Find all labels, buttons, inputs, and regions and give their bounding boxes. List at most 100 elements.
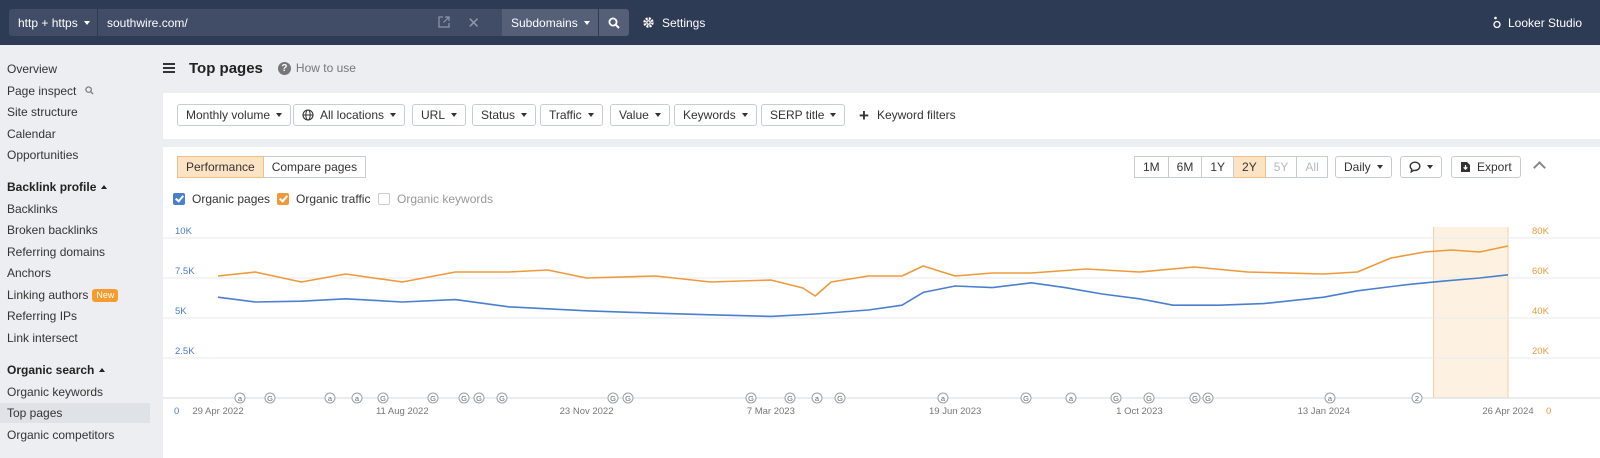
chevron-down-icon (390, 113, 397, 117)
sidebar-item-overview[interactable]: Overview (7, 59, 57, 79)
gear-icon (643, 17, 654, 28)
sidebar-item-linking-authors[interactable]: Linking authors New (7, 285, 119, 305)
settings-label: Settings (662, 15, 706, 30)
sidebar-item-broken-backlinks[interactable]: Broken backlinks (7, 220, 98, 240)
globe-icon (302, 109, 314, 121)
sidebar-item-referring-ips[interactable]: Referring IPs (7, 306, 77, 326)
chevron-down-icon (830, 113, 837, 117)
chevron-down-icon (587, 113, 594, 117)
page-title: Top pages (189, 59, 263, 77)
chevron-up-icon (99, 368, 106, 372)
annotation-label: G (267, 394, 273, 403)
how-to-use-link[interactable]: ? How to use (277, 61, 356, 75)
sidebar-item-referring-domains[interactable]: Referring domains (7, 242, 105, 262)
search-icon (85, 86, 94, 95)
annotation-label: G (476, 394, 482, 403)
annotation-label: G (430, 394, 436, 403)
sidebar-item-link-intersect[interactable]: Link intersect (7, 328, 78, 348)
highlight-range (1433, 227, 1508, 398)
chevron-down-icon (451, 113, 458, 117)
annotation-label: G (1205, 394, 1211, 403)
protocol-select[interactable]: http + https (9, 9, 97, 36)
mode-select[interactable]: Subdomains (502, 9, 598, 36)
annotation-label: G (837, 394, 843, 403)
protocol-label: http + https (18, 15, 78, 30)
y-right-tick-label: 0 (1546, 406, 1551, 417)
new-badge: New (92, 289, 119, 302)
looker-studio-button[interactable]: Looker Studio (1492, 9, 1582, 36)
chevron-down-icon (583, 20, 590, 25)
title-row: Top pages ? How to use (163, 57, 356, 79)
x-tick-label: 23 Nov 2022 (560, 406, 614, 417)
sidebar-item-backlinks[interactable]: Backlinks (7, 199, 58, 219)
chevron-down-icon (654, 113, 661, 117)
x-tick-label: 7 Mar 2023 (747, 406, 795, 417)
x-tick-label: 26 Apr 2024 (1482, 406, 1533, 417)
sidebar-item-top-pages[interactable]: Top pages (0, 403, 150, 423)
clear-icon[interactable]: ✕ (467, 14, 480, 32)
filter-keywords[interactable]: Keywords (674, 104, 757, 126)
annotation-label: G (380, 394, 386, 403)
search-button[interactable] (599, 9, 629, 36)
filter-traffic[interactable]: Traffic (540, 104, 603, 126)
chevron-down-icon (276, 113, 283, 117)
annotation-label: G (461, 394, 467, 403)
menu-icon[interactable] (163, 63, 175, 73)
sidebar: Overview Page inspect Site structure Cal… (0, 45, 163, 458)
x-tick-label: 13 Jan 2024 (1298, 406, 1350, 417)
filter-bar: Monthly volume All locations URL Status … (163, 93, 1600, 139)
x-tick-label: 19 Jun 2023 (929, 406, 981, 417)
chevron-down-icon (83, 20, 90, 25)
series-organic-traffic-line (217, 245, 1509, 297)
y-right-tick-label: 20K (1532, 346, 1550, 357)
settings-button[interactable]: Settings (642, 9, 705, 36)
chevron-up-icon (101, 185, 108, 189)
sidebar-item-page-inspect[interactable]: Page inspect (7, 81, 94, 101)
help-icon: ? (277, 61, 291, 75)
annotation-label: 2 (1415, 394, 1419, 403)
search-icon (608, 17, 620, 29)
x-tick-label: 1 Oct 2023 (1116, 406, 1162, 417)
y-right-tick-label: 80K (1532, 226, 1550, 237)
annotation-label: G (1192, 394, 1198, 403)
x-tick-label: 11 Aug 2022 (376, 406, 429, 417)
annotation-label: G (1113, 394, 1119, 403)
annotation-label: G (787, 394, 793, 403)
sidebar-item-organic-keywords[interactable]: Organic keywords (7, 382, 103, 402)
sidebar-item-anchors[interactable]: Anchors (7, 263, 51, 283)
sidebar-item-site-structure[interactable]: Site structure (7, 102, 78, 122)
chevron-down-icon (741, 113, 748, 117)
url-input[interactable]: southwire.com/ ✕ (98, 9, 502, 36)
external-link-icon[interactable] (438, 16, 450, 28)
sidebar-section-organic-search[interactable]: Organic search (7, 360, 106, 380)
url-value: southwire.com/ (107, 15, 188, 30)
looker-label: Looker Studio (1508, 15, 1583, 30)
main-content: Top pages ? How to use Monthly volume All… (163, 45, 1600, 458)
filter-url[interactable]: URL (412, 104, 467, 126)
filter-monthly-volume[interactable]: Monthly volume (177, 104, 292, 126)
sidebar-section-backlink-profile[interactable]: Backlink profile (7, 177, 108, 197)
sidebar-item-calendar[interactable]: Calendar (7, 124, 56, 144)
keyword-filters-button[interactable]: + Keyword filters (859, 104, 956, 126)
y-left-tick-label: 10K (175, 226, 193, 237)
sidebar-item-organic-competitors[interactable]: Organic competitors (7, 425, 114, 445)
y-left-tick-label: 7.5K (175, 266, 195, 277)
performance-chart-card: Performance Compare pages 1M 6M 1Y 2Y 5Y… (163, 147, 1600, 458)
plus-icon: + (859, 105, 869, 125)
y-right-tick-label: 40K (1532, 306, 1550, 317)
annotation-label: G (610, 394, 616, 403)
annotation-label: G (1023, 394, 1029, 403)
mode-label: Subdomains (511, 15, 578, 30)
filter-status[interactable]: Status (472, 104, 537, 126)
filter-serp-title[interactable]: SERP title (761, 104, 846, 126)
annotation-label: G (1146, 394, 1152, 403)
filter-all-locations[interactable]: All locations (293, 104, 406, 126)
y-left-tick-label: 2.5K (175, 346, 195, 357)
y-right-tick-label: 60K (1532, 266, 1550, 277)
annotation-label: G (748, 394, 754, 403)
filter-value[interactable]: Value (610, 104, 670, 126)
performance-chart: 0 2.5K 5K 7.5K 10K 0 20K 40K 60K 80K 29 Apr 2022 11… (163, 226, 1600, 417)
y-left-tick-label: 5K (175, 306, 187, 317)
annotation-label: G (625, 394, 631, 403)
sidebar-item-opportunities[interactable]: Opportunities (7, 145, 78, 165)
